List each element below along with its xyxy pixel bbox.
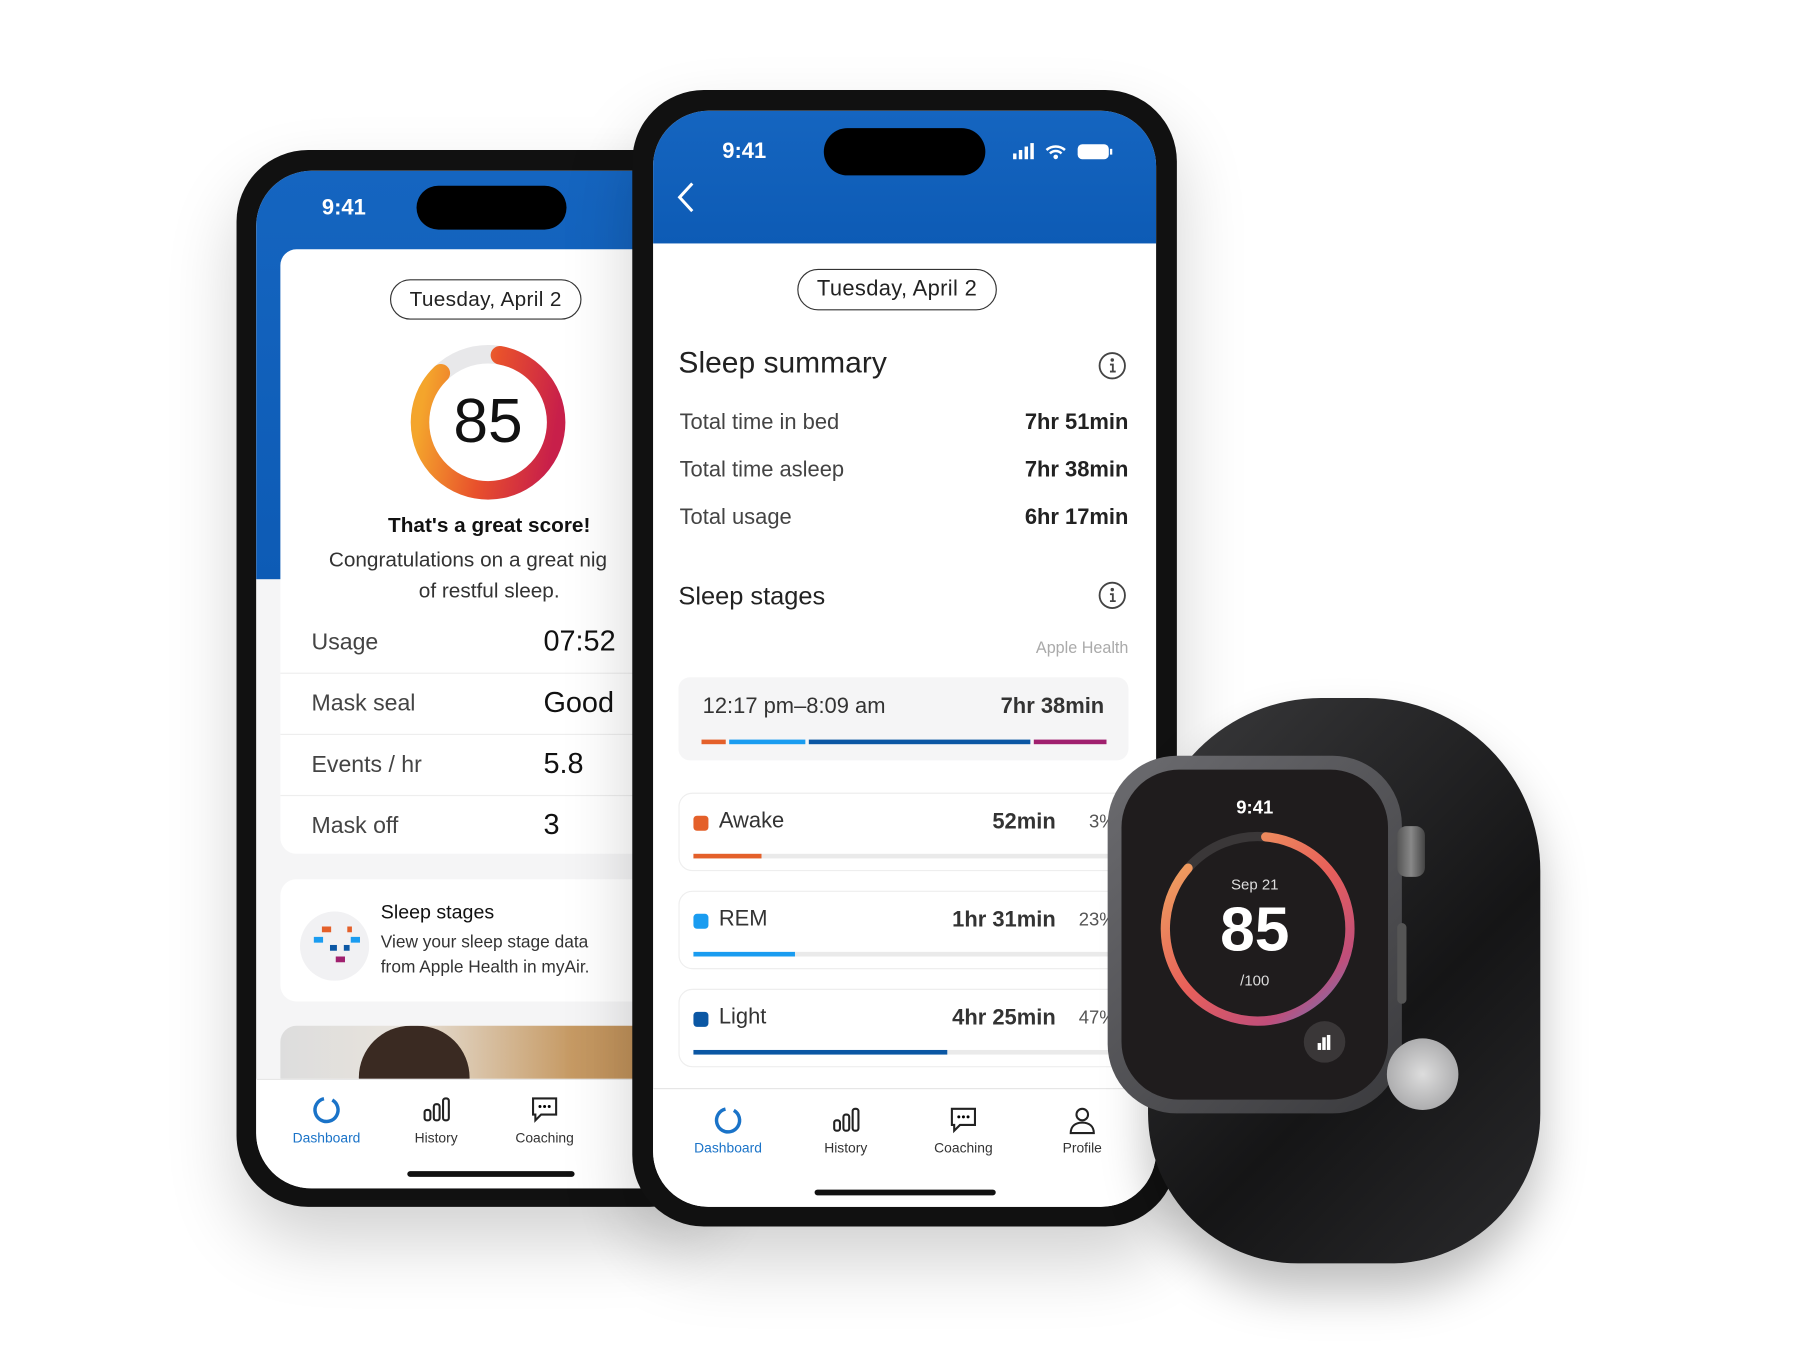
sleep-summary-title: Sleep summary xyxy=(678,344,887,380)
stage-name: REM xyxy=(718,906,768,932)
tab-coaching[interactable]: Coaching xyxy=(912,1105,1016,1156)
sleep-card-text: View your sleep stage data xyxy=(380,932,589,952)
summary-time-asleep: Total time asleep 7hr 38min xyxy=(679,458,1129,483)
dynamic-island xyxy=(416,185,567,230)
watch-time: 9:41 xyxy=(1236,798,1274,819)
stage-progress-track xyxy=(693,1049,1116,1055)
tab-dashboard[interactable]: Dashboard xyxy=(275,1095,379,1146)
status-time: 9:41 xyxy=(722,139,767,164)
tab-bar: Dashboard History Coaching Profile xyxy=(653,1088,1157,1207)
sleep-timeline-card: 12:17 pm–8:09 am 7hr 38min xyxy=(678,677,1129,761)
timeline-total: 7hr 38min xyxy=(1000,694,1105,719)
bar-chart-icon xyxy=(833,1107,860,1132)
right-phone-screen: 9:41 Tuesday, April 2 Sleep summary Tota… xyxy=(653,110,1157,1207)
right-phone: 9:41 Tuesday, April 2 Sleep summary Tota… xyxy=(632,89,1177,1227)
tab-dashboard[interactable]: Dashboard xyxy=(676,1105,780,1156)
digital-crown[interactable] xyxy=(1397,826,1425,877)
date-pill[interactable]: Tuesday, April 2 xyxy=(797,268,997,311)
watch-screen: 9:41 Sep 21 85 /100 xyxy=(1121,769,1389,1100)
stage-row-rem[interactable]: REM 1hr 31min 23% xyxy=(678,890,1129,970)
stage-duration: 4hr 25min xyxy=(952,1006,1056,1031)
stage-duration: 1hr 31min xyxy=(952,908,1056,933)
info-icon[interactable] xyxy=(1097,351,1127,381)
score-value: 85 xyxy=(453,386,523,456)
summary-time-in-bed: Total time in bed 7hr 51min xyxy=(679,410,1129,435)
sleep-stages-title: Sleep stages xyxy=(678,581,826,611)
data-source: Apple Health xyxy=(1035,638,1129,657)
tab-coaching[interactable]: Coaching xyxy=(493,1095,597,1146)
chat-bubble-icon xyxy=(532,1097,558,1123)
sleep-stages-icon xyxy=(299,911,370,981)
bar-chart-icon xyxy=(423,1097,450,1122)
stage-name: Awake xyxy=(718,808,785,834)
timeline-segment-deep xyxy=(1033,739,1107,745)
timeline-segment-light xyxy=(808,739,1031,745)
watch-case: 9:41 Sep 21 85 /100 xyxy=(1107,755,1402,1114)
timeline-segment-rem xyxy=(729,739,806,745)
date-pill[interactable]: Tuesday, April 2 xyxy=(389,279,582,320)
watch-date: Sep 21 xyxy=(1230,875,1279,894)
stage-progress-fill xyxy=(693,1049,947,1055)
sleep-card-text-2: from Apple Health in myAir. xyxy=(380,957,590,978)
stage-progress-track xyxy=(693,853,1116,859)
chevron-left-icon[interactable] xyxy=(676,180,699,215)
smartwatch: 9:41 Sep 21 85 /100 xyxy=(1102,692,1552,1269)
band-buckle xyxy=(1386,1038,1459,1110)
tab-history[interactable]: History xyxy=(794,1105,898,1156)
info-icon[interactable] xyxy=(1097,580,1127,610)
watch-history-button[interactable] xyxy=(1303,1021,1346,1063)
timeline-range: 12:17 pm–8:09 am xyxy=(702,694,886,719)
stage-duration: 52min xyxy=(992,809,1056,835)
stage-color-dot xyxy=(693,1011,709,1027)
bar-chart-icon xyxy=(1317,1034,1331,1050)
watch-score: 85 xyxy=(1220,895,1290,965)
sleep-card-title: Sleep stages xyxy=(380,901,495,924)
stage-progress-fill xyxy=(693,951,795,957)
score-message: Congratulations on a great nig xyxy=(328,548,608,572)
stage-row-light[interactable]: Light 4hr 25min 47% xyxy=(678,988,1129,1068)
status-time: 9:41 xyxy=(321,196,366,221)
summary-total-usage: Total usage 6hr 17min xyxy=(679,505,1129,530)
status-icons xyxy=(1013,143,1113,160)
watch-side-button[interactable] xyxy=(1397,923,1407,1004)
stage-name: Light xyxy=(718,1004,767,1030)
dynamic-island xyxy=(823,128,986,176)
person-icon xyxy=(1069,1107,1095,1135)
home-indicator xyxy=(407,1171,575,1177)
dashboard-ring-icon xyxy=(714,1107,742,1134)
tab-history[interactable]: History xyxy=(384,1095,488,1146)
stage-progress-fill xyxy=(693,853,761,859)
stage-color-dot xyxy=(693,815,709,831)
chat-bubble-icon xyxy=(950,1107,976,1134)
dashboard-ring-icon xyxy=(313,1096,340,1124)
stage-color-dot xyxy=(693,913,709,929)
home-indicator xyxy=(814,1189,996,1196)
watch-score-max: /100 xyxy=(1240,971,1270,989)
stage-progress-track xyxy=(693,951,1116,957)
timeline-segment-awake xyxy=(701,739,726,745)
stage-row-awake[interactable]: Awake 52min 3% xyxy=(678,792,1129,872)
